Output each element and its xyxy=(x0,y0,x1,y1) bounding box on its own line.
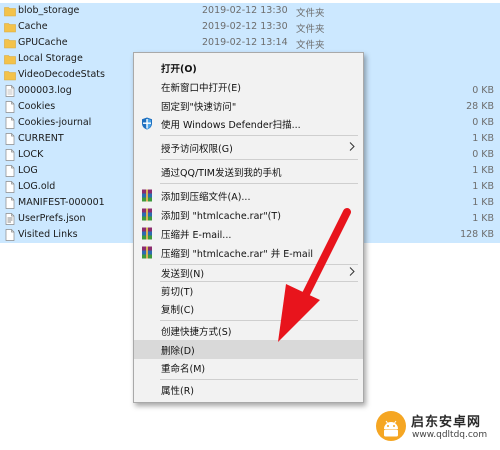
watermark-url: www.qdltdq.com xyxy=(412,430,488,440)
file-row-gpucache[interactable]: GPUCache 2019-02-12 13:14 文件夹 xyxy=(0,35,500,51)
chevron-right-icon xyxy=(349,267,355,276)
menu-separator xyxy=(160,183,358,184)
file-row-cache[interactable]: Cache 2019-02-12 13:30 文件夹 xyxy=(0,19,500,35)
menu-item-label: 使用 Windows Defender扫描... xyxy=(161,120,301,131)
menu-item-label: 添加到压缩文件(A)... xyxy=(161,192,251,203)
menu-separator xyxy=(160,159,358,160)
menu-item-label: 授予访问权限(G) xyxy=(161,144,233,155)
menu-item-open-new-window[interactable]: 在新窗口中打开(E) xyxy=(134,77,363,96)
file-icon xyxy=(5,133,15,145)
menu-item-compress-email[interactable]: 压缩并 E-mail... xyxy=(134,224,363,243)
file-name: LOCK xyxy=(18,149,44,160)
file-name: Cookies xyxy=(18,101,56,112)
file-size: 1 KB xyxy=(472,213,494,224)
menu-item-copy[interactable]: 复制(C) xyxy=(134,299,363,318)
file-name: Visited Links xyxy=(18,229,78,240)
file-icon xyxy=(5,149,15,161)
chevron-right-icon xyxy=(349,142,355,151)
menu-item-label: 剪切(T) xyxy=(161,287,194,298)
menu-item-rename[interactable]: 重命名(M) xyxy=(134,358,363,377)
menu-item-delete[interactable]: 删除(D) xyxy=(134,340,363,359)
file-name: Cache xyxy=(18,21,48,32)
file-type: 文件夹 xyxy=(296,8,325,19)
file-name: GPUCache xyxy=(18,37,68,48)
menu-item-label: 创建快捷方式(S) xyxy=(161,327,232,338)
file-size: 0 KB xyxy=(472,85,494,96)
folder-icon xyxy=(4,39,16,49)
menu-item-defender-scan[interactable]: 使用 Windows Defender扫描... xyxy=(134,114,363,133)
menu-item-label: 压缩并 E-mail... xyxy=(161,230,232,241)
menu-item-open[interactable]: 打开(O) xyxy=(134,58,363,77)
menu-item-label: 固定到"快速访问" xyxy=(161,102,237,113)
file-name: Cookies-journal xyxy=(18,117,92,128)
menu-item-label: 复制(C) xyxy=(161,305,195,316)
menu-item-label: 属性(R) xyxy=(161,386,195,397)
file-date: 2019-02-12 13:30 xyxy=(202,5,288,16)
file-type: 文件夹 xyxy=(296,40,325,51)
menu-item-create-shortcut[interactable]: 创建快捷方式(S) xyxy=(134,321,363,340)
menu-separator xyxy=(160,135,358,136)
menu-item-send-to[interactable]: 发送到(N) xyxy=(134,258,363,280)
file-name: VideoDecodeStats xyxy=(18,69,105,80)
file-size: 1 KB xyxy=(472,181,494,192)
watermark: 启东安卓网 www.qdltdq.com xyxy=(375,408,497,446)
file-size: 0 KB xyxy=(472,117,494,128)
file-row-blob-storage[interactable]: blob_storage 2019-02-12 13:30 文件夹 xyxy=(0,3,500,19)
menu-item-label: 在新窗口中打开(E) xyxy=(161,83,241,94)
folder-icon xyxy=(4,23,16,33)
file-size: 28 KB xyxy=(466,101,494,112)
menu-item-label: 打开(O) xyxy=(161,64,197,75)
file-date: 2019-02-12 13:30 xyxy=(202,21,288,32)
json-file-icon xyxy=(5,213,15,225)
file-icon xyxy=(5,181,15,193)
menu-item-label: 删除(D) xyxy=(161,346,195,357)
file-size: 1 KB xyxy=(472,133,494,144)
watermark-title: 启东安卓网 xyxy=(411,415,482,430)
file-date: 2019-02-12 13:14 xyxy=(202,37,288,48)
file-type: 文件夹 xyxy=(296,24,325,35)
file-size: 0 KB xyxy=(472,149,494,160)
file-size: 1 KB xyxy=(472,197,494,208)
menu-item-send-qq-tim[interactable]: 通过QQ/TIM发送到我的手机 xyxy=(134,162,363,181)
menu-item-add-archive[interactable]: 添加到压缩文件(A)... xyxy=(134,186,363,205)
context-menu: 打开(O) 在新窗口中打开(E) 固定到"快速访问" 使用 Windows De… xyxy=(133,52,364,403)
menu-item-label: 发送到(N) xyxy=(161,269,205,280)
file-size: 1 KB xyxy=(472,165,494,176)
file-icon xyxy=(5,117,15,129)
menu-item-label: 重命名(M) xyxy=(161,364,206,375)
menu-item-add-htmlcache-rar[interactable]: 添加到 "htmlcache.rar"(T) xyxy=(134,205,363,224)
file-name: UserPrefs.json xyxy=(18,213,86,224)
file-icon xyxy=(5,165,15,177)
file-icon xyxy=(5,85,15,97)
file-name: blob_storage xyxy=(18,5,80,16)
menu-item-properties[interactable]: 属性(R) xyxy=(134,380,363,399)
file-icon xyxy=(5,101,15,113)
folder-icon xyxy=(4,71,16,81)
file-icon xyxy=(5,229,15,241)
menu-item-grant-access[interactable]: 授予访问权限(G) xyxy=(134,138,363,157)
file-name: LOG xyxy=(18,165,38,176)
file-name: CURRENT xyxy=(18,133,64,144)
winrar-icon xyxy=(142,227,152,240)
file-name: Local Storage xyxy=(18,53,83,64)
folder-icon xyxy=(4,55,16,65)
menu-item-cut[interactable]: 剪切(T) xyxy=(134,281,363,300)
winrar-icon xyxy=(142,189,152,202)
file-name: LOG.old xyxy=(18,181,56,192)
menu-item-pin-quick-access[interactable]: 固定到"快速访问" xyxy=(134,96,363,115)
android-logo-icon xyxy=(376,411,406,441)
file-size: 128 KB xyxy=(460,229,494,240)
windows-defender-shield-icon xyxy=(142,117,152,130)
file-name: 000003.log xyxy=(18,85,72,96)
folder-icon xyxy=(4,7,16,17)
file-name: MANIFEST-000001 xyxy=(18,197,105,208)
menu-item-label: 通过QQ/TIM发送到我的手机 xyxy=(161,168,282,179)
file-icon xyxy=(5,197,15,209)
menu-item-label: 添加到 "htmlcache.rar"(T) xyxy=(161,211,281,222)
winrar-icon xyxy=(142,208,152,221)
